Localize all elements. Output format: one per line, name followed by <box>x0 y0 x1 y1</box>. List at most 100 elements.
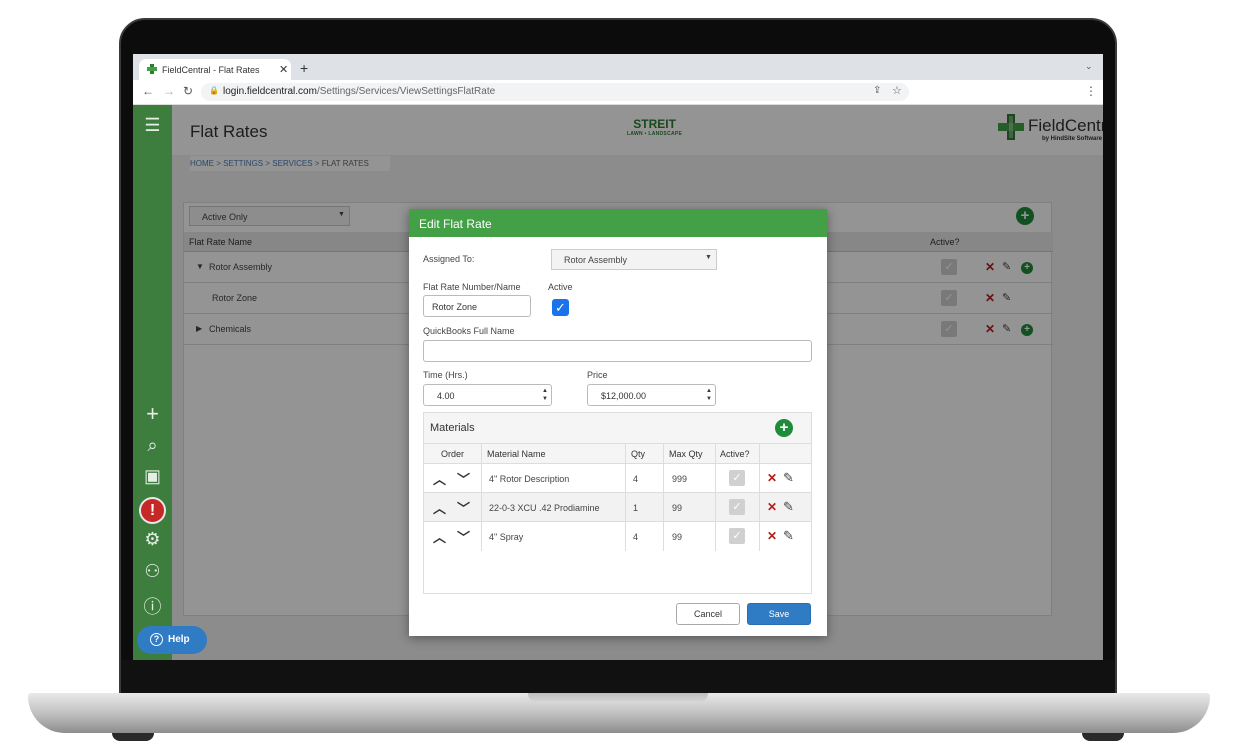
active-label: Active <box>548 282 573 292</box>
share-icon[interactable]: ⇪ <box>873 85 881 96</box>
tab-title: FieldCentral - Flat Rates <box>162 65 260 75</box>
bookmark-star-icon[interactable]: ☆ <box>892 84 902 97</box>
help-label: Help <box>168 634 190 645</box>
laptop-bezel <box>121 660 1115 694</box>
col-active: Active? <box>720 449 750 459</box>
edit-pencil-icon[interactable]: ✎ <box>783 528 794 544</box>
column-divider <box>625 443 626 551</box>
url-path: /Settings/Services/ViewSettingsFlatRate <box>316 86 496 97</box>
column-divider <box>663 443 664 551</box>
edit-flat-rate-modal: Edit Flat Rate Assigned To: Rotor Assemb… <box>409 209 827 636</box>
screen: FieldCentral - Flat Rates ✕ + ⌄ ← → ↻ 🔒 … <box>133 54 1103 660</box>
materials-table-header: Order Material Name Qty Max Qty Active? <box>424 443 811 464</box>
flat-rate-name-input[interactable]: Rotor Zone <box>423 295 531 317</box>
back-arrow-icon[interactable]: ← <box>142 84 154 98</box>
question-icon: ? <box>150 633 163 646</box>
browser-tab-bar: FieldCentral - Flat Rates ✕ + ⌄ <box>133 54 1103 80</box>
materials-header: Materials + <box>424 413 811 443</box>
time-label: Time (Hrs.) <box>423 370 468 380</box>
material-row[interactable]: ︿ ﹀ 4" Spray 4 99 ✓ ✕ ✎ <box>424 522 811 551</box>
material-max-qty: 999 <box>672 474 688 484</box>
price-label: Price <box>587 370 608 380</box>
time-input[interactable]: 4.00 ▲ ▼ <box>423 384 552 406</box>
col-qty: Qty <box>631 449 646 459</box>
delete-icon[interactable]: ✕ <box>767 500 777 514</box>
laptop-notch <box>528 693 708 703</box>
move-down-icon[interactable]: ﹀ <box>457 469 470 488</box>
add-material-button[interactable]: + <box>775 419 793 437</box>
col-order: Order <box>441 449 465 459</box>
lock-icon: 🔒 <box>209 86 219 95</box>
browser-toolbar: ← → ↻ 🔒 login.fieldcentral.com/Settings/… <box>133 80 1103 105</box>
material-active-checkbox: ✓ <box>729 470 745 486</box>
delete-icon[interactable]: ✕ <box>767 471 777 485</box>
modal-header: Edit Flat Rate <box>409 209 827 237</box>
time-stepper-icon[interactable]: ▲ ▼ <box>542 387 548 403</box>
material-name: 22-0-3 XCU .42 Prodiamine <box>489 503 600 513</box>
material-max-qty: 99 <box>672 532 683 542</box>
material-qty: 4 <box>633 474 639 484</box>
tab-list-chevron-icon[interactable]: ⌄ <box>1085 61 1093 72</box>
tab-close-icon[interactable]: ✕ <box>279 63 288 76</box>
fieldcentral-favicon-icon <box>147 64 157 74</box>
price-stepper-icon[interactable]: ▲ ▼ <box>706 387 712 403</box>
active-checkbox[interactable]: ✓ <box>552 299 569 316</box>
new-tab-icon[interactable]: + <box>300 60 308 76</box>
cancel-button[interactable]: Cancel <box>676 603 740 625</box>
material-name: 4" Spray <box>489 532 524 542</box>
move-down-icon[interactable]: ﹀ <box>457 527 470 546</box>
move-up-icon[interactable]: ︿ <box>433 498 446 517</box>
material-qty: 4 <box>633 532 639 542</box>
price-value: $12,000.00 <box>601 391 647 401</box>
material-qty: 1 <box>633 503 639 513</box>
hamburger-menu-icon[interactable]: ☰ <box>133 115 172 136</box>
flat-rate-name-value: Rotor Zone <box>432 302 478 312</box>
edit-pencil-icon[interactable]: ✎ <box>783 470 794 486</box>
url-text: login.fieldcentral.com/Settings/Services… <box>223 86 495 97</box>
move-up-icon[interactable]: ︿ <box>433 469 446 488</box>
chevron-down-icon: ▼ <box>705 254 712 261</box>
calendar-add-icon[interactable]: ▣ <box>133 466 172 487</box>
modal-title: Edit Flat Rate <box>419 217 492 231</box>
settings-gear-icon[interactable]: ⚙ <box>133 529 172 550</box>
price-input[interactable]: $12,000.00 ▲ ▼ <box>587 384 716 406</box>
col-material-name: Material Name <box>487 449 546 459</box>
sidebar: ☰ + ⌕ ▣ ! ⚙ ⚇ ⓘ <box>133 105 172 660</box>
address-bar[interactable]: 🔒 login.fieldcentral.com/Settings/Servic… <box>201 83 909 101</box>
url-host: login.fieldcentral.com <box>223 86 317 97</box>
col-max-qty: Max Qty <box>669 449 703 459</box>
help-button[interactable]: ? Help <box>137 626 207 654</box>
assigned-to-select[interactable]: Rotor Assembly ▼ <box>551 249 717 270</box>
add-icon[interactable]: + <box>133 401 172 427</box>
delete-icon[interactable]: ✕ <box>767 529 777 543</box>
assigned-to-label: Assigned To: <box>423 254 475 264</box>
save-button[interactable]: Save <box>747 603 811 625</box>
material-row[interactable]: ︿ ﹀ 22-0-3 XCU .42 Prodiamine 1 99 ✓ ✕ ✎ <box>424 493 811 522</box>
quickbooks-name-input[interactable] <box>423 340 812 362</box>
edit-pencil-icon[interactable]: ✎ <box>783 499 794 515</box>
forward-arrow-icon[interactable]: → <box>163 84 175 98</box>
column-divider <box>481 443 482 551</box>
move-up-icon[interactable]: ︿ <box>433 527 446 546</box>
user-icon[interactable]: ⚇ <box>133 561 172 582</box>
alert-icon[interactable]: ! <box>139 497 166 524</box>
materials-section: Materials + Order Material Name Qty Max … <box>423 412 812 594</box>
laptop-foot-left <box>112 733 154 741</box>
browser-tab[interactable]: FieldCentral - Flat Rates ✕ <box>139 59 291 80</box>
time-value: 4.00 <box>437 391 455 401</box>
browser-menu-icon[interactable]: ⋮ <box>1085 84 1097 98</box>
column-divider <box>759 443 760 551</box>
flat-rate-name-label: Flat Rate Number/Name <box>423 282 521 292</box>
help-circle-icon[interactable]: ⓘ <box>133 593 172 619</box>
move-down-icon[interactable]: ﹀ <box>457 498 470 517</box>
quickbooks-name-label: QuickBooks Full Name <box>423 326 515 336</box>
material-active-checkbox: ✓ <box>729 528 745 544</box>
material-active-checkbox: ✓ <box>729 499 745 515</box>
laptop-foot-right <box>1082 733 1124 741</box>
reload-icon[interactable]: ↻ <box>183 84 193 98</box>
material-name: 4" Rotor Description <box>489 474 570 484</box>
material-row[interactable]: ︿ ﹀ 4" Rotor Description 4 999 ✓ ✕ ✎ <box>424 464 811 493</box>
material-max-qty: 99 <box>672 503 683 513</box>
assigned-to-value: Rotor Assembly <box>564 255 628 265</box>
search-icon[interactable]: ⌕ <box>133 435 172 456</box>
